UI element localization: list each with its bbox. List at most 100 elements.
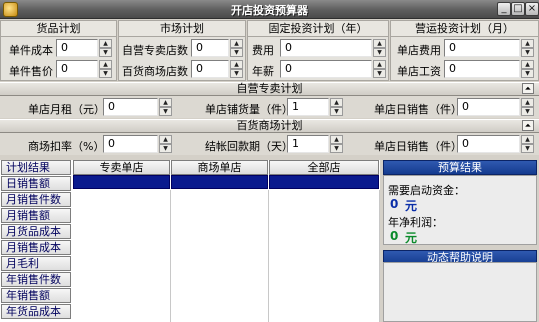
grid-cell-selected[interactable] xyxy=(269,175,379,189)
triangle-down-icon[interactable]: ▼ xyxy=(373,69,386,78)
unit-cost-input[interactable]: 0 xyxy=(56,39,98,57)
minimize-button[interactable]: _ xyxy=(497,2,511,16)
self-daily-sales-spinner[interactable]: ▲ ▼ xyxy=(521,98,534,116)
triangle-up-icon[interactable]: ▲ xyxy=(159,135,172,144)
annual-profit-value: 0 xyxy=(390,229,399,243)
store-wage-spinner[interactable]: ▲ ▼ xyxy=(521,60,534,78)
unit-price-spinner[interactable]: ▲ ▼ xyxy=(99,60,112,78)
unit-cost-spinner[interactable]: ▲ ▼ xyxy=(99,39,112,57)
annual-profit-unit: 元 xyxy=(405,231,418,245)
maximize-button[interactable]: □ xyxy=(511,2,525,16)
payment-period-label: 结帐回款期（天） xyxy=(205,140,293,153)
triangle-up-icon[interactable]: ▲ xyxy=(521,60,534,69)
double-chevron-up-icon: ⏶ xyxy=(524,84,532,93)
col-header-mall-store[interactable]: 商场单店 xyxy=(171,160,268,175)
triangle-up-icon[interactable]: ▲ xyxy=(373,39,386,48)
self-store-count-spinner[interactable]: ▲ ▼ xyxy=(230,39,243,57)
annual-salary-input[interactable]: 0 xyxy=(280,60,372,78)
triangle-down-icon[interactable]: ▼ xyxy=(521,69,534,78)
row-header-monthly-sales-cost[interactable]: 月销售成本 xyxy=(1,240,71,255)
mall-daily-sales-input[interactable]: 0 xyxy=(457,135,520,153)
market-plan-header: 市场计划 xyxy=(118,20,246,37)
grid-cell-selected[interactable] xyxy=(171,175,268,189)
fixed-cost-spinner[interactable]: ▲ ▼ xyxy=(373,39,386,57)
self-daily-sales-input[interactable]: 0 xyxy=(457,98,520,116)
row-header-monthly-gross[interactable]: 月毛利 xyxy=(1,256,71,271)
mall-daily-sales-spinner[interactable]: ▲ ▼ xyxy=(521,135,534,153)
row-header-daily-sales[interactable]: 日销售额 xyxy=(1,176,71,191)
triangle-down-icon[interactable]: ▼ xyxy=(521,144,534,153)
grid-column-divider xyxy=(268,190,269,322)
mall-plan-bar: 百货商场计划 xyxy=(0,119,539,133)
triangle-down-icon[interactable]: ▼ xyxy=(330,107,343,116)
annual-profit-label: 年净利润： xyxy=(388,216,443,229)
triangle-down-icon[interactable]: ▼ xyxy=(159,144,172,153)
unit-cost-label: 单件成本 xyxy=(9,44,53,57)
row-header-monthly-units[interactable]: 月销售件数 xyxy=(1,192,71,207)
self-store-count-input[interactable]: 0 xyxy=(191,39,229,57)
payment-period-spinner[interactable]: ▲ ▼ xyxy=(330,135,343,153)
unit-price-label: 单件售价 xyxy=(9,65,53,78)
self-store-collapse-button[interactable]: ⏶ xyxy=(522,83,534,94)
row-header-annual-units[interactable]: 年销售件数 xyxy=(1,272,71,287)
minimize-icon: _ xyxy=(501,3,507,14)
triangle-up-icon[interactable]: ▲ xyxy=(521,98,534,107)
triangle-down-icon[interactable]: ▼ xyxy=(373,48,386,57)
row-header-annual-sales[interactable]: 年销售额 xyxy=(1,288,71,303)
triangle-down-icon[interactable]: ▼ xyxy=(230,48,243,57)
mall-store-count-label: 百货商场店数 xyxy=(122,65,188,78)
triangle-up-icon[interactable]: ▲ xyxy=(330,98,343,107)
monthly-rent-spinner[interactable]: ▲ ▼ xyxy=(159,98,172,116)
triangle-up-icon[interactable]: ▲ xyxy=(330,135,343,144)
self-store-plan-bar: 自营专卖计划 xyxy=(0,82,539,96)
triangle-down-icon[interactable]: ▼ xyxy=(99,69,112,78)
triangle-up-icon[interactable]: ▲ xyxy=(99,39,112,48)
triangle-up-icon[interactable]: ▲ xyxy=(521,39,534,48)
store-cost-spinner[interactable]: ▲ ▼ xyxy=(521,39,534,57)
discount-rate-label: 商场扣率（%） xyxy=(28,140,105,153)
annual-salary-label: 年薪 xyxy=(252,65,274,78)
row-header-annual-goods-cost[interactable]: 年货品成本 xyxy=(1,304,71,319)
mall-store-count-spinner[interactable]: ▲ ▼ xyxy=(230,60,243,78)
stock-qty-input[interactable]: 1 xyxy=(287,98,329,116)
fixed-cost-label: 费用 xyxy=(252,44,274,57)
triangle-up-icon[interactable]: ▲ xyxy=(230,60,243,69)
triangle-down-icon[interactable]: ▼ xyxy=(99,48,112,57)
col-header-all-stores[interactable]: 全部店 xyxy=(269,160,379,175)
discount-rate-spinner[interactable]: ▲ ▼ xyxy=(159,135,172,153)
store-cost-input[interactable]: 0 xyxy=(444,39,520,57)
self-daily-sales-label: 单店日销售（件） xyxy=(374,103,462,116)
triangle-down-icon[interactable]: ▼ xyxy=(330,144,343,153)
triangle-up-icon[interactable]: ▲ xyxy=(373,60,386,69)
payment-period-input[interactable]: 1 xyxy=(287,135,329,153)
col-header-self-store[interactable]: 专卖单店 xyxy=(73,160,170,175)
triangle-up-icon[interactable]: ▲ xyxy=(99,60,112,69)
grid-corner-header: 计划结果 xyxy=(1,160,71,175)
store-wage-input[interactable]: 0 xyxy=(444,60,520,78)
double-chevron-up-icon: ⏶ xyxy=(524,121,532,130)
triangle-up-icon[interactable]: ▲ xyxy=(521,135,534,144)
close-button[interactable]: × xyxy=(525,2,539,16)
triangle-up-icon[interactable]: ▲ xyxy=(230,39,243,48)
triangle-down-icon[interactable]: ▼ xyxy=(159,107,172,116)
triangle-down-icon[interactable]: ▼ xyxy=(521,48,534,57)
monthly-rent-label: 单店月租（元） xyxy=(28,103,105,116)
row-header-monthly-goods-cost[interactable]: 月货品成本 xyxy=(1,224,71,239)
stock-qty-label: 单店铺货量（件） xyxy=(205,103,293,116)
startup-capital-unit: 元 xyxy=(405,199,418,213)
fixed-plan-header: 固定投资计划（年） xyxy=(247,20,389,37)
grid-cell-selected[interactable] xyxy=(73,175,170,189)
operating-plan-header: 营运投资计划（月） xyxy=(390,20,539,37)
row-header-monthly-sales[interactable]: 月销售额 xyxy=(1,208,71,223)
mall-store-count-input[interactable]: 0 xyxy=(191,60,229,78)
unit-price-input[interactable]: 0 xyxy=(56,60,98,78)
annual-salary-spinner[interactable]: ▲ ▼ xyxy=(373,60,386,78)
stock-qty-spinner[interactable]: ▲ ▼ xyxy=(330,98,343,116)
fixed-cost-input[interactable]: 0 xyxy=(280,39,372,57)
triangle-up-icon[interactable]: ▲ xyxy=(159,98,172,107)
discount-rate-input[interactable]: 0 xyxy=(103,135,158,153)
triangle-down-icon[interactable]: ▼ xyxy=(230,69,243,78)
mall-collapse-button[interactable]: ⏶ xyxy=(522,120,534,131)
triangle-down-icon[interactable]: ▼ xyxy=(521,107,534,116)
monthly-rent-input[interactable]: 0 xyxy=(103,98,158,116)
